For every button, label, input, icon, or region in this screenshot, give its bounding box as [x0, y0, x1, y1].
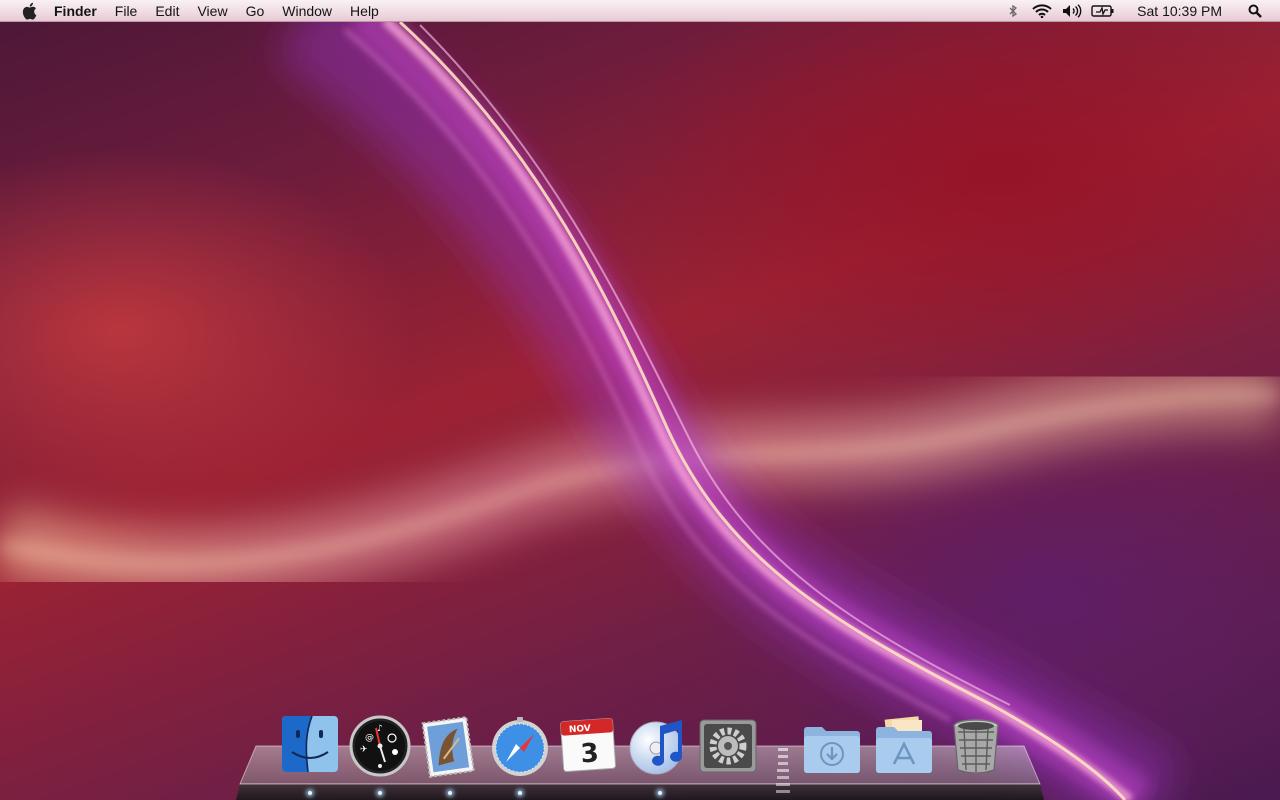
volume-icon[interactable] [1057, 0, 1087, 22]
menu-extras: Sat 10:39 PM [999, 0, 1280, 22]
menu-bar: Finder File Edit View Go Window Help Sat… [0, 0, 1280, 22]
menu-edit[interactable]: Edit [146, 0, 188, 22]
ical-icon[interactable]: NOV 3 [556, 712, 620, 776]
menu-clock[interactable]: Sat 10:39 PM [1137, 3, 1222, 19]
ical-day: 3 [580, 738, 600, 769]
menu-go[interactable]: Go [237, 0, 274, 22]
menu-app-finder[interactable]: Finder [54, 0, 106, 22]
applications-folder-icon[interactable] [872, 712, 936, 776]
menu-help[interactable]: Help [341, 0, 388, 22]
itunes-icon[interactable] [626, 712, 690, 776]
trash-icon[interactable] [944, 712, 1008, 776]
system-preferences-icon[interactable] [696, 714, 760, 778]
svg-text:@: @ [365, 733, 374, 743]
desktop-wallpaper [0, 0, 1280, 800]
spotlight-search-icon[interactable] [1244, 0, 1266, 22]
ical-month: NOV [569, 724, 592, 736]
menu-file[interactable]: File [106, 0, 147, 22]
bluetooth-icon[interactable] [999, 0, 1027, 22]
svg-text:✈: ✈ [360, 745, 368, 755]
menu-view[interactable]: View [188, 0, 236, 22]
safari-icon[interactable] [488, 714, 552, 778]
apple-logo-icon[interactable] [18, 0, 40, 22]
dock-separator [776, 748, 790, 793]
dashboard-icon[interactable]: @ ♪ ✈ [348, 714, 412, 778]
mail-icon[interactable] [416, 714, 480, 778]
battery-icon[interactable] [1087, 0, 1119, 22]
wifi-icon[interactable] [1027, 0, 1057, 22]
downloads-folder-icon[interactable] [800, 714, 864, 778]
finder-icon[interactable] [278, 712, 342, 776]
menu-window[interactable]: Window [273, 0, 341, 22]
wallpaper-aurora-swirl [0, 0, 1280, 800]
